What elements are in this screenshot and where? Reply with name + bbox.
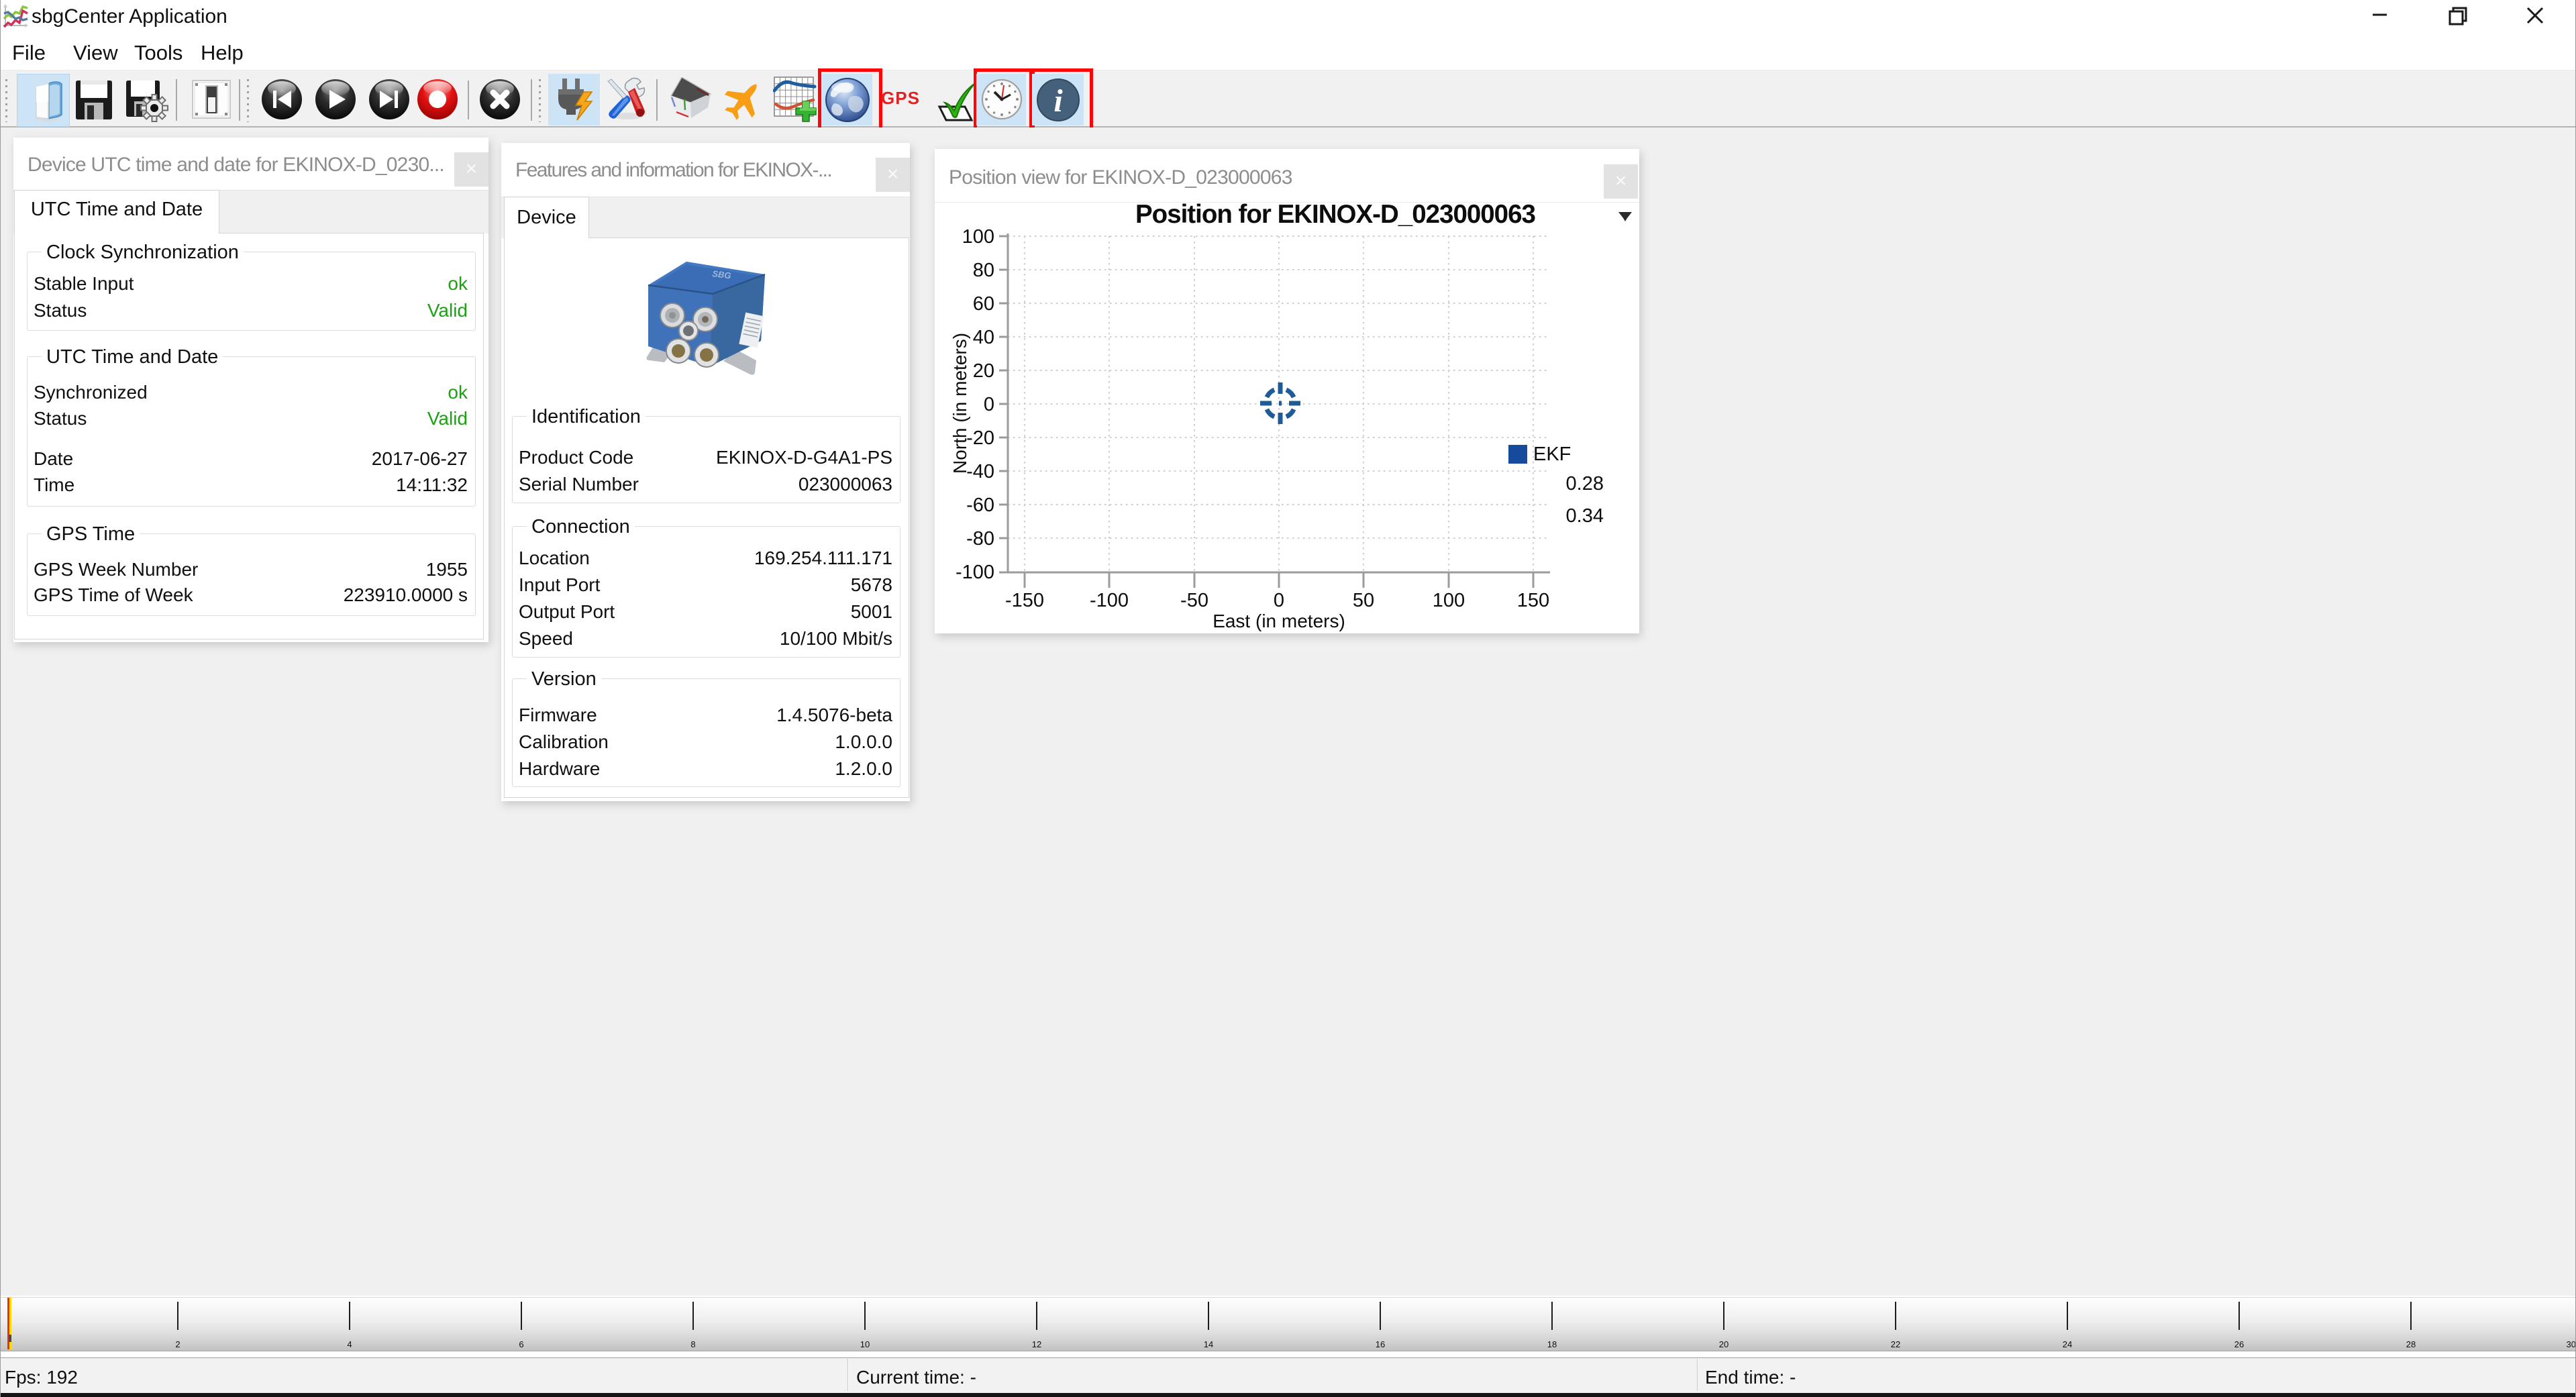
svg-text:i: i [1053, 83, 1063, 119]
svg-text:0.34: 0.34 [1566, 505, 1604, 527]
svg-text:100: 100 [962, 226, 994, 248]
svg-text:EKF: EKF [1533, 444, 1571, 465]
svg-text:-150: -150 [1005, 590, 1044, 611]
svg-text:40: 40 [973, 327, 994, 348]
svg-text:East (in meters): East (in meters) [1213, 611, 1345, 631]
svg-text:-60: -60 [966, 495, 994, 516]
svg-text:0.28: 0.28 [1566, 473, 1604, 495]
svg-text:-100: -100 [1090, 590, 1129, 611]
svg-text:60: 60 [973, 293, 994, 315]
svg-text:-40: -40 [966, 461, 994, 482]
svg-text:0: 0 [1274, 590, 1284, 611]
svg-text:0: 0 [984, 394, 994, 415]
svg-text:North (in meters): North (in meters) [949, 333, 970, 474]
svg-text:-50: -50 [1180, 590, 1208, 611]
svg-text:80: 80 [973, 260, 994, 281]
svg-text:150: 150 [1517, 590, 1549, 611]
svg-text:-80: -80 [966, 528, 994, 550]
svg-text:-100: -100 [956, 562, 994, 583]
svg-text:50: 50 [1353, 590, 1374, 611]
svg-text:20: 20 [973, 360, 994, 382]
svg-text:100: 100 [1433, 590, 1465, 611]
svg-text:-20: -20 [966, 427, 994, 449]
svg-text:Position for EKINOX-D_02300006: Position for EKINOX-D_023000063 [1135, 202, 1536, 229]
